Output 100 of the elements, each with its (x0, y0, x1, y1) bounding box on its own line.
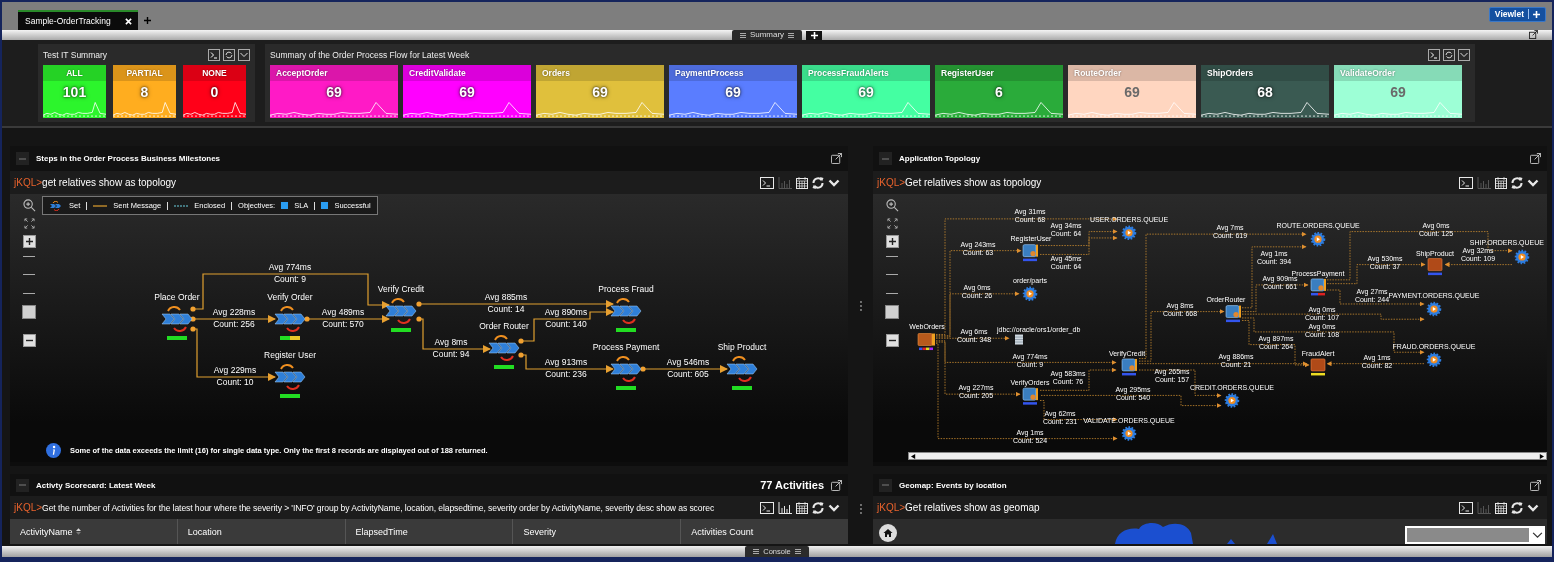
horizontal-scrollbar[interactable] (908, 452, 1547, 460)
column-header[interactable]: Location (177, 519, 346, 544)
query-text[interactable]: Get relatives show as topology (905, 177, 1042, 188)
zoom-in-button[interactable] (885, 235, 899, 248)
process-node-icon[interactable] (1225, 305, 1241, 318)
zoom-in-button[interactable] (22, 235, 36, 248)
gear-icon[interactable] (1426, 301, 1442, 317)
terminal-icon[interactable] (1428, 49, 1440, 61)
calendar-icon[interactable] (796, 501, 808, 514)
zoom-in-icon[interactable] (22, 199, 36, 212)
slider-thumb[interactable] (885, 305, 899, 319)
calendar-icon[interactable] (796, 176, 808, 189)
tile-label: AcceptOrder (270, 65, 398, 81)
close-icon[interactable] (124, 17, 132, 25)
add-layout-button[interactable] (806, 30, 823, 40)
process-node-icon[interactable] (1310, 278, 1326, 292)
start-node-icon[interactable] (917, 333, 935, 346)
home-button[interactable] (879, 524, 897, 542)
scroll-right-icon[interactable] (1539, 453, 1544, 459)
splitter-handle-icon[interactable] (859, 504, 862, 514)
edge-label: Count: 94 (432, 349, 470, 359)
column-header[interactable]: ElapsedTime (345, 519, 514, 544)
chevron-down-icon[interactable] (238, 49, 250, 61)
popout-icon[interactable] (1529, 30, 1538, 39)
end-node-icon[interactable] (1427, 258, 1443, 271)
edge-label: Count: 10 (216, 377, 254, 387)
edge-label: Count: 9 (273, 274, 307, 284)
zoom-in-icon[interactable] (885, 199, 899, 212)
node-label: Ship Product (717, 342, 767, 352)
gear-icon[interactable] (1224, 393, 1240, 408)
status-tile[interactable]: ValidateOrder 69 (1334, 65, 1462, 118)
gear-icon[interactable] (1514, 249, 1530, 265)
status-tile[interactable]: ShipOrders 68 (1201, 65, 1329, 118)
gear-icon[interactable] (1121, 225, 1137, 241)
status-tile[interactable]: PaymentProcess 69 (669, 65, 797, 118)
process-node-icon[interactable] (1022, 244, 1038, 257)
step-node-icon[interactable] (610, 356, 642, 382)
node-label: Verify Order (267, 292, 313, 302)
column-header[interactable]: Activities Count (681, 519, 848, 544)
panel-title: Activty Scorecard: Latest Week (36, 480, 156, 490)
step-node-icon[interactable] (385, 298, 417, 324)
tile-value: 8 (139, 84, 150, 100)
step-node-icon[interactable] (488, 335, 520, 361)
edge-label: Count: 140 (545, 319, 587, 329)
panel-title: Application Topology (899, 154, 981, 163)
column-header[interactable]: ActivityName (10, 519, 178, 544)
home-icon (883, 528, 893, 538)
step-node-icon[interactable] (726, 356, 758, 382)
end-node-icon[interactable] (1310, 358, 1326, 372)
edge-label: Avg 8ms (434, 337, 468, 347)
layout-tab[interactable]: Summary (731, 30, 803, 40)
zoom-out-button[interactable] (22, 334, 36, 347)
status-tile[interactable]: CreditValidate 69 (403, 65, 531, 118)
query-text[interactable]: Get relatives show as geomap (905, 502, 1040, 513)
fit-screen-icon[interactable] (886, 218, 898, 229)
tile-label: PaymentProcess (669, 65, 797, 81)
query-prompt: jKQL> (877, 177, 906, 188)
calendar-icon[interactable] (1495, 501, 1507, 514)
step-node-icon[interactable] (610, 298, 642, 324)
status-tile[interactable]: RouteOrder 69 (1068, 65, 1196, 118)
process-node-icon[interactable] (1022, 387, 1038, 401)
viewlet-button[interactable]: Viewlet (1488, 6, 1546, 22)
panel-title: Steps in the Order Process Business Milestones (36, 154, 221, 163)
scroll-left-icon[interactable] (911, 453, 916, 459)
slider-thumb[interactable] (22, 305, 36, 319)
splitter-handle-icon[interactable] (859, 301, 862, 311)
gear-icon[interactable] (1121, 426, 1137, 441)
chevron-down-icon[interactable] (1532, 531, 1543, 539)
status-tile[interactable]: NONE 0 (183, 65, 246, 118)
minus-icon (25, 337, 33, 344)
step-node-icon[interactable] (274, 306, 306, 332)
tile-label: RouteOrder (1068, 65, 1196, 81)
panel-title: Geomap: Events by location (899, 480, 1007, 490)
fit-screen-icon[interactable] (23, 218, 35, 229)
step-node-icon[interactable] (161, 306, 193, 332)
edge-label: Count: 236 (545, 369, 587, 379)
popout-icon[interactable] (831, 479, 842, 491)
refresh-icon[interactable] (223, 49, 235, 61)
database-icon[interactable] (1014, 334, 1024, 345)
terminal-icon[interactable] (208, 49, 220, 61)
chevron-down-icon[interactable] (1458, 49, 1470, 61)
calendar-icon[interactable] (1495, 176, 1507, 189)
query-text[interactable]: Get the number of Activities for the latest hour where the severity > 'INFO' group by ActivityName, location, elapsedtime, severity order by ActivityName, severity desc show as scorec (42, 502, 715, 513)
query-text[interactable]: get relatives show as topology (42, 177, 177, 188)
dashboard-tab[interactable]: Sample-OrderTracking (18, 10, 138, 30)
set-icon (49, 200, 63, 211)
process-node-icon[interactable] (1121, 358, 1137, 372)
status-tile[interactable]: RegisterUser 6 (935, 65, 1063, 118)
gear-icon[interactable] (1310, 231, 1326, 247)
activity-count: 77 Activities (760, 479, 824, 491)
popout-icon[interactable] (1530, 479, 1541, 491)
zoom-out-button[interactable] (885, 334, 899, 347)
gear-icon[interactable] (1426, 352, 1442, 368)
step-node-icon[interactable] (274, 364, 306, 390)
add-tab-icon[interactable] (143, 17, 151, 24)
status-tile[interactable]: AcceptOrder 69 (270, 65, 398, 118)
refresh-icon[interactable] (1443, 49, 1455, 61)
gear-icon[interactable] (1022, 286, 1038, 302)
column-header[interactable]: Severity (513, 519, 682, 544)
query-prompt: jKQL> (14, 502, 43, 513)
